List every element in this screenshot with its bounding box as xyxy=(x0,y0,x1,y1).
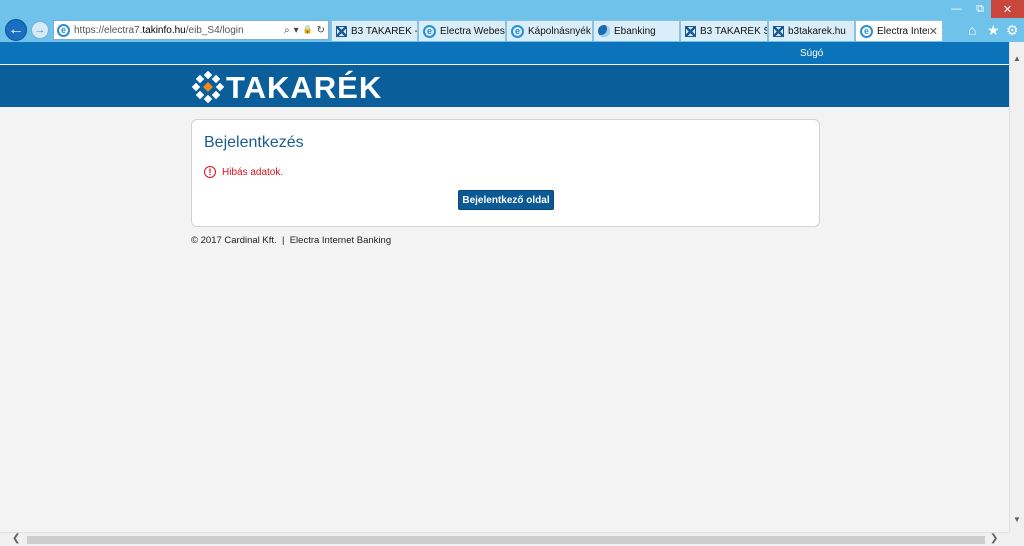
tab-b3takarek-hu[interactable]: b3takarek.hu xyxy=(768,20,855,41)
browser-chrome: — ⧉ ✕ ← → e https://electra7.takinfo.hu/… xyxy=(0,0,1024,42)
tab-ebanking[interactable]: Ebanking xyxy=(593,20,680,41)
scroll-up-icon[interactable]: ▲ xyxy=(1013,54,1021,63)
horizontal-scrollbar[interactable]: ❮ ❯ xyxy=(0,532,1009,546)
page-content: Bejelentkezés ! Hibás adatok. Bejelentke… xyxy=(0,107,1009,532)
takarek-logo[interactable]: TAKARÉK xyxy=(192,70,382,104)
close-window-button[interactable]: ✕ xyxy=(991,0,1024,18)
ie-icon: e xyxy=(511,24,524,38)
page-title: Bejelentkezés xyxy=(204,134,304,151)
tab-label: Electra Inter... xyxy=(877,25,929,37)
minimize-button[interactable]: — xyxy=(944,0,969,18)
home-icon[interactable]: ⌂ xyxy=(968,21,976,39)
tab-label: b3takarek.hu xyxy=(788,25,846,37)
url-prefix: https://electra7. xyxy=(74,24,143,36)
tab-label: Electra Webes ... xyxy=(440,25,505,37)
close-tab-icon[interactable]: ✕ xyxy=(929,25,938,38)
chevron-down-icon[interactable]: ▾ xyxy=(294,25,299,36)
tab-label: Kápolnásnyék ... xyxy=(528,25,592,37)
ie-icon: e xyxy=(57,23,70,37)
url-domain: takinfo.hu xyxy=(142,24,186,36)
grid-icon xyxy=(336,25,347,37)
forward-arrow-icon: → xyxy=(34,24,46,36)
scroll-down-icon[interactable]: ▼ xyxy=(1013,515,1021,524)
top-navigation-strip: Súgó xyxy=(0,42,1009,65)
scroll-right-icon[interactable]: ❯ xyxy=(990,533,998,544)
error-alert-icon: ! xyxy=(204,166,216,178)
url-text[interactable]: https://electra7.takinfo.hu/eib_S4/login xyxy=(74,25,284,36)
url-path: /eib_S4/login xyxy=(185,24,244,36)
close-icon: ✕ xyxy=(1002,3,1013,16)
ie-icon: e xyxy=(860,24,873,38)
error-message-row: ! Hibás adatok. xyxy=(204,166,283,178)
scrollbar-corner xyxy=(1009,532,1024,546)
minimize-icon: — xyxy=(951,3,962,15)
vertical-scrollbar[interactable]: ▲ ▼ xyxy=(1009,42,1024,532)
settings-gear-icon[interactable]: ⚙ xyxy=(1006,21,1019,39)
horizontal-scroll-thumb[interactable] xyxy=(27,536,985,544)
logo-text: TAKARÉK xyxy=(226,69,383,105)
tab-b3-takarek-s[interactable]: B3 TAKARÉK S... xyxy=(680,20,768,41)
tab-label: Ebanking xyxy=(614,25,656,37)
address-bar[interactable]: e https://electra7.takinfo.hu/eib_S4/log… xyxy=(53,20,329,40)
ie-icon: e xyxy=(423,24,436,38)
back-button[interactable]: ← xyxy=(5,19,27,41)
back-arrow-icon: ← xyxy=(8,21,24,38)
grid-icon xyxy=(685,25,696,37)
header-banner: TAKARÉK xyxy=(0,65,1009,107)
tab-b3-takarek[interactable]: B3 TAKARÉK - ... xyxy=(331,20,418,41)
help-link[interactable]: Súgó xyxy=(800,48,823,59)
login-page-button[interactable]: Bejelentkező oldal xyxy=(458,190,554,210)
tab-label: B3 TAKARÉK - ... xyxy=(351,25,417,37)
tab-electra-webes[interactable]: e Electra Webes ... xyxy=(418,20,506,41)
refresh-icon[interactable]: ↻ xyxy=(317,25,325,36)
error-message: Hibás adatok. xyxy=(222,166,284,178)
search-icon[interactable]: ⌕ xyxy=(284,25,290,36)
ebanking-icon xyxy=(598,25,610,37)
restore-icon: ⧉ xyxy=(976,2,984,15)
tab-electra-internet[interactable]: e Electra Inter... ✕ xyxy=(855,20,943,41)
lock-icon[interactable]: 🔒 xyxy=(303,25,313,36)
login-card: Bejelentkezés ! Hibás adatok. Bejelentke… xyxy=(191,119,820,227)
footer-text: © 2017 Cardinal Kft. | Electra Internet … xyxy=(191,235,392,246)
tab-kapolnasnyek[interactable]: e Kápolnásnyék ... xyxy=(506,20,593,41)
scroll-left-icon[interactable]: ❮ xyxy=(12,533,20,544)
maximize-button[interactable]: ⧉ xyxy=(969,0,991,18)
favorites-star-icon[interactable]: ★ xyxy=(987,21,1000,39)
tab-label: B3 TAKARÉK S... xyxy=(700,25,767,37)
forward-button[interactable]: → xyxy=(31,21,49,39)
grid-icon xyxy=(773,25,784,37)
takarek-logo-mark-icon xyxy=(192,71,224,103)
